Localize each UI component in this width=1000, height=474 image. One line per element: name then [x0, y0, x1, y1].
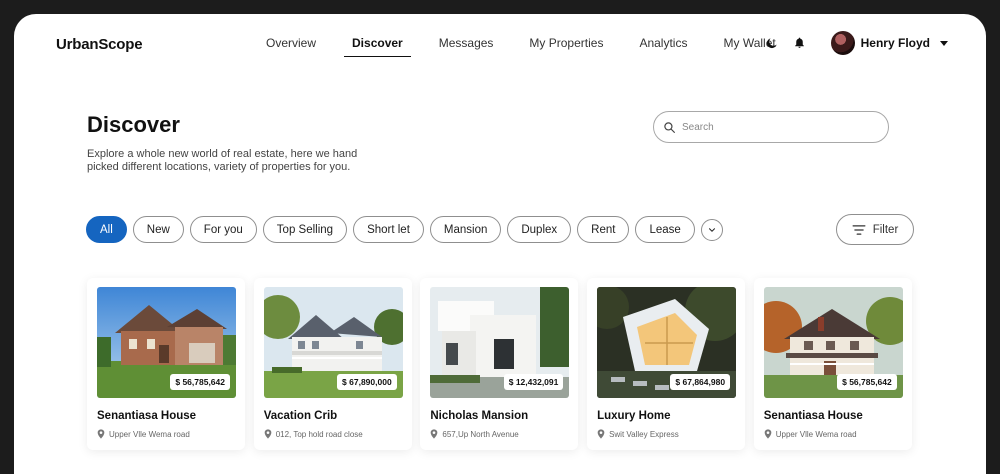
property-card[interactable]: $ 67,864,980 Luxury Home Swit Valley Exp…	[587, 278, 746, 450]
user-name[interactable]: Henry Floyd	[861, 36, 930, 50]
nav-item-messages[interactable]: Messages	[431, 36, 502, 50]
filter-button[interactable]: Filter	[836, 214, 914, 245]
property-location: Swit Valley Express	[597, 429, 735, 439]
property-name: Nicholas Mansion	[430, 410, 529, 422]
property-location: 657,Up North Avenue	[430, 429, 568, 439]
avatar[interactable]	[830, 31, 855, 55]
chip-lease[interactable]: Lease	[635, 216, 695, 243]
chip-top-selling[interactable]: Top Selling	[262, 216, 348, 243]
location-pin-icon	[264, 429, 272, 439]
nav-item-discover[interactable]: Discover	[344, 36, 411, 57]
property-grid: $ 56,785,642 Senantiasa House Upper Vlle…	[87, 278, 920, 450]
price-tag: $ 56,785,642	[837, 374, 897, 390]
chip-rent[interactable]: Rent	[577, 216, 630, 243]
nav-item-overview[interactable]: Overview	[258, 36, 324, 50]
location-text: Upper Vlle Wema road	[775, 429, 857, 439]
price-tag: $ 67,864,980	[670, 374, 731, 390]
search-input[interactable]	[682, 121, 862, 133]
price-tag: $ 56,785,642	[170, 374, 230, 390]
location-text: 012, Top hold road close	[275, 429, 363, 439]
location-pin-icon	[597, 429, 605, 439]
property-location: Upper Vlle Wema road	[764, 429, 902, 439]
chevron-down-icon[interactable]	[700, 218, 723, 241]
chip-mansion[interactable]: Mansion	[429, 216, 502, 243]
property-location: Upper Vlle Wema road	[97, 429, 235, 439]
bell-icon[interactable]	[791, 34, 809, 52]
location-pin-icon	[431, 429, 438, 439]
property-location: 012, Top hold road close	[264, 429, 402, 439]
filter-label: Filter	[872, 223, 899, 236]
location-text: Swit Valley Express	[609, 429, 679, 439]
main-nav: Overview Discover Messages My Properties…	[258, 36, 804, 57]
location-pin-icon	[97, 429, 105, 439]
location-text: Upper Vlle Wema road	[109, 429, 190, 439]
property-name: Vacation Crib	[263, 410, 338, 422]
property-card[interactable]: $ 12,432,091 Nicholas Mansion 657,Up Nor…	[420, 278, 579, 450]
property-image: $ 67,890,000	[263, 287, 403, 398]
property-image: $ 12,432,091	[430, 287, 570, 398]
property-card[interactable]: $ 67,890,000 Vacation Crib 012, Top hold…	[253, 278, 412, 450]
page-title: Discover	[87, 112, 180, 137]
property-name: Senantiasa House	[763, 410, 863, 422]
header-actions: Henry Floyd	[763, 31, 948, 55]
app-logo[interactable]: UrbanScope	[56, 36, 143, 53]
chip-for-you[interactable]: For you	[189, 216, 257, 243]
property-image: $ 56,785,642	[97, 287, 236, 398]
nav-item-my-properties[interactable]: My Properties	[521, 36, 611, 50]
property-image: $ 56,785,642	[763, 287, 903, 398]
chip-short-let[interactable]: Short let	[353, 216, 424, 243]
property-name: Senantiasa House	[97, 410, 197, 422]
filter-icon	[852, 224, 866, 235]
chip-all[interactable]: All	[86, 216, 127, 243]
location-text: 657,Up North Avenue	[442, 429, 519, 439]
property-name: Luxury Home	[597, 410, 671, 422]
page-description: Explore a whole new world of real estate…	[87, 148, 358, 173]
price-tag: $ 12,432,091	[503, 374, 564, 390]
search-icon	[664, 121, 675, 133]
moon-icon[interactable]	[763, 34, 781, 52]
location-pin-icon	[764, 429, 772, 439]
search-box[interactable]	[653, 111, 889, 143]
property-card[interactable]: $ 56,785,642 Senantiasa House Upper Vlle…	[753, 278, 912, 450]
nav-item-analytics[interactable]: Analytics	[631, 36, 695, 50]
property-image: $ 67,864,980	[597, 287, 737, 398]
app-window: UrbanScope Overview Discover Messages My…	[14, 14, 986, 474]
chip-new[interactable]: New	[132, 216, 184, 243]
chevron-down-icon[interactable]	[940, 40, 948, 46]
price-tag: $ 67,890,000	[337, 374, 397, 390]
category-chips: All New For you Top Selling Short let Ma…	[86, 216, 723, 243]
chip-duplex[interactable]: Duplex	[507, 216, 572, 243]
property-card[interactable]: $ 56,785,642 Senantiasa House Upper Vlle…	[87, 278, 245, 450]
